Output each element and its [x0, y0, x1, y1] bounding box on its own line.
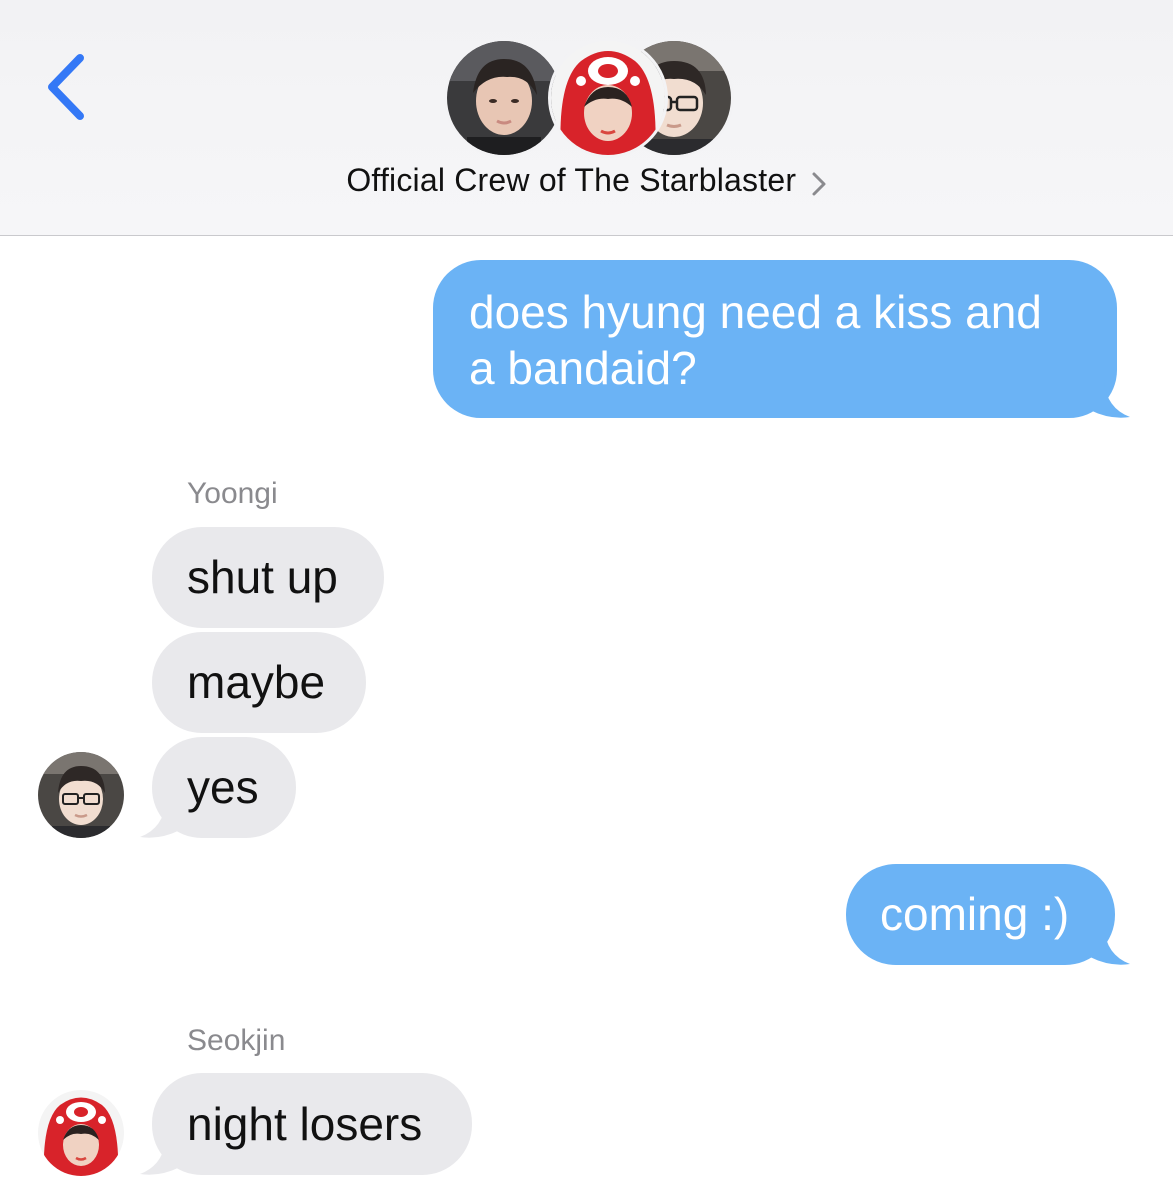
message-bubble-received[interactable]: shut up — [152, 527, 384, 628]
member-avatar-1 — [444, 38, 564, 158]
received-bubble-tail — [140, 800, 180, 838]
conversation-header: Official Crew of The Starblaster — [0, 0, 1173, 236]
message-bubble-sent[interactable]: coming :) — [846, 864, 1115, 965]
sender-avatar-yoongi[interactable] — [38, 752, 124, 838]
message-text: maybe — [187, 656, 326, 708]
message-text: yes — [187, 761, 259, 813]
sender-name: Yoongi — [187, 477, 278, 510]
received-bubble-tail — [140, 1137, 180, 1175]
message-text: does hyung need a kiss and a bandaid? — [469, 286, 1042, 394]
messages-screen: Official Crew of The Starblaster does hy… — [0, 0, 1173, 1200]
message-bubble-sent[interactable]: does hyung need a kiss and a bandaid? — [433, 260, 1117, 418]
message-bubble-received[interactable]: maybe — [152, 632, 366, 733]
group-avatars[interactable] — [444, 38, 734, 158]
member-avatar-2 — [548, 38, 668, 158]
sender-name: Seokjin — [187, 1024, 286, 1057]
message-bubble-received[interactable]: night losers — [152, 1073, 472, 1175]
sender-avatar-seokjin[interactable] — [38, 1090, 124, 1176]
group-title-button[interactable]: Official Crew of The Starblaster — [0, 162, 1173, 199]
message-text: shut up — [187, 551, 338, 603]
chevron-left-icon — [48, 54, 84, 120]
chevron-right-icon — [812, 172, 826, 196]
back-button[interactable] — [38, 52, 98, 122]
sent-bubble-tail — [1090, 927, 1130, 965]
group-title: Official Crew of The Starblaster — [346, 162, 797, 198]
message-text: night losers — [187, 1098, 423, 1150]
sent-bubble-tail — [1090, 380, 1130, 418]
message-text: coming :) — [880, 888, 1070, 940]
